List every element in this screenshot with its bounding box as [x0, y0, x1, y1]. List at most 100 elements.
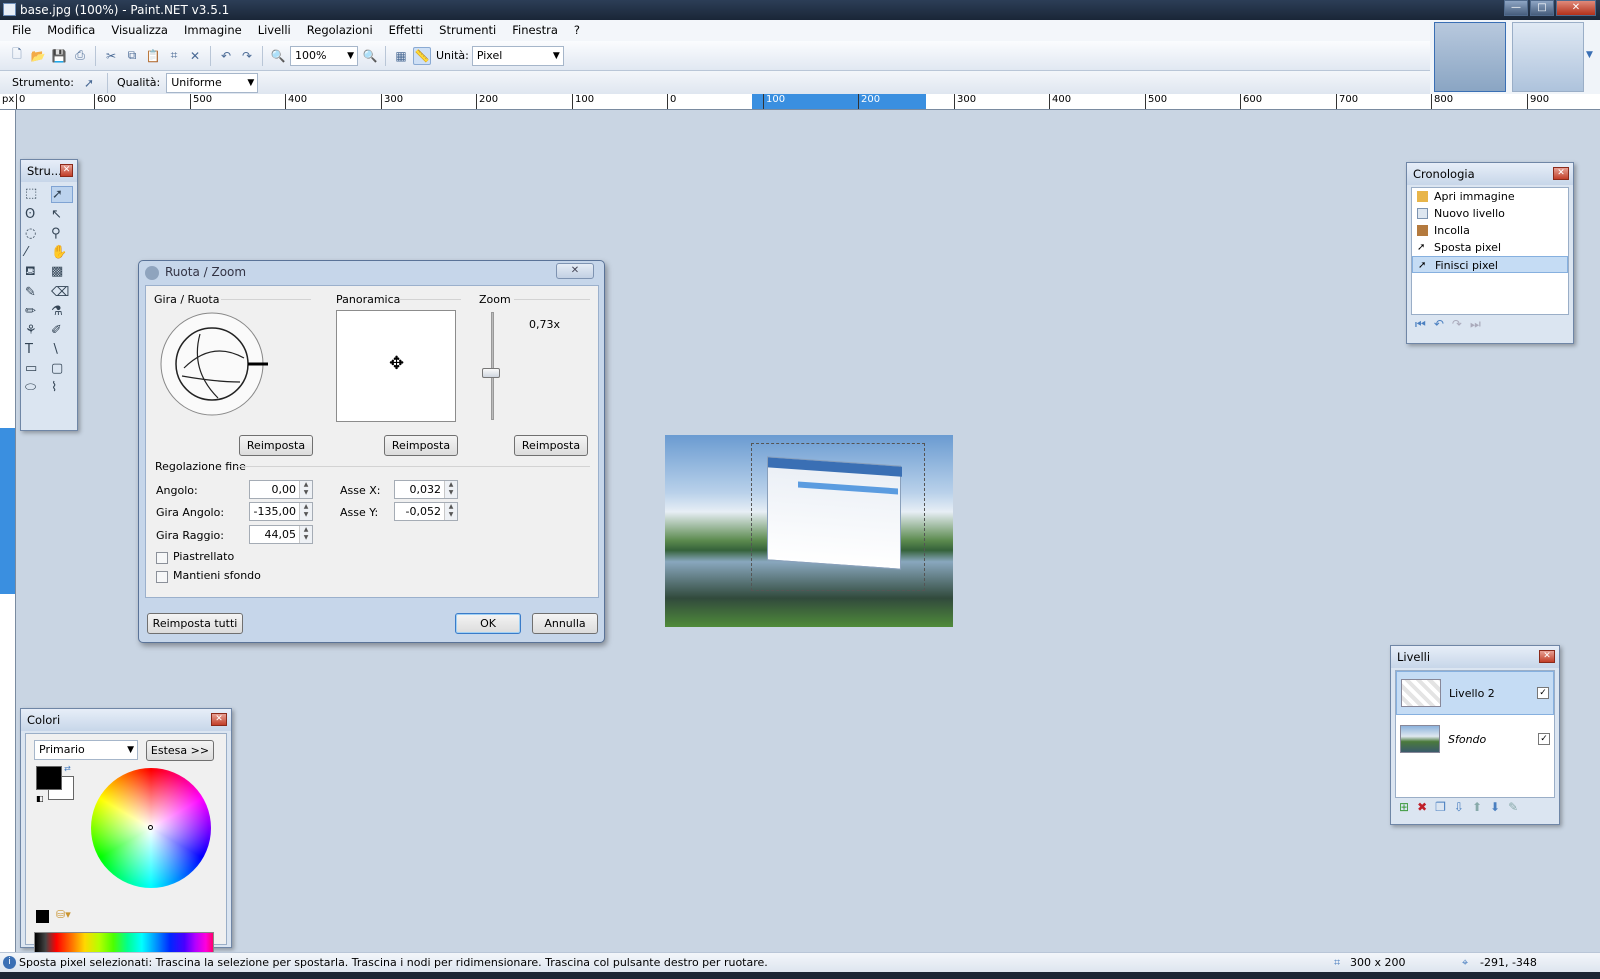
menu-window[interactable]: Finestra [504, 20, 566, 41]
move-selection-icon[interactable]: ↖ [51, 207, 73, 222]
dialog-close-button[interactable]: ✕ [556, 263, 594, 279]
layer-visible-checkbox[interactable]: ✓ [1537, 687, 1549, 699]
units-combo[interactable]: Pixel ▼ [471, 45, 564, 66]
duplicate-layer-icon[interactable]: ❐ [1435, 800, 1446, 814]
scroll-down-icon[interactable]: ▼ [1586, 50, 1593, 60]
menu-help[interactable]: ? [566, 20, 588, 41]
keep-background-checkbox[interactable] [156, 571, 168, 583]
history-item-selected[interactable]: ➚ Finisci pixel [1412, 256, 1568, 273]
close-icon[interactable]: ✕ [211, 713, 227, 726]
tilt-angle-spinbox[interactable]: -135,00 ▲ ▼ [249, 502, 313, 521]
color-mode-combo[interactable]: Primario ▼ [34, 740, 138, 760]
zoom-out-icon[interactable]: 🔍 [269, 47, 287, 65]
save-icon[interactable]: 💾 [50, 47, 68, 65]
color-wheel-marker[interactable] [148, 825, 153, 830]
paint-bucket-icon[interactable]: ⛾ [25, 264, 47, 281]
merge-layer-down-icon[interactable]: ⇩ [1454, 800, 1464, 814]
clone-stamp-icon[interactable]: ⚘ [25, 323, 47, 338]
angle-spinbox[interactable]: 0,00 ▲ ▼ [249, 480, 313, 499]
pan-area[interactable]: ✥ [336, 310, 456, 422]
rounded-rectangle-icon[interactable]: ▢ [51, 361, 73, 376]
menu-image[interactable]: Immagine [176, 20, 250, 41]
zoom-icon[interactable]: ⚲ [51, 226, 73, 241]
rect-select-icon[interactable]: ⬚ [25, 186, 47, 203]
ellipse-icon[interactable]: ⬭ [25, 380, 47, 395]
maximize-button[interactable]: □ [1530, 0, 1554, 16]
menu-adjustments[interactable]: Regolazioni [299, 20, 381, 41]
axis-x-spinbox[interactable]: 0,032 ▲ ▼ [394, 480, 458, 499]
thumbnail-active[interactable] [1434, 22, 1506, 92]
cancel-button[interactable]: Annulla [532, 613, 598, 634]
menu-effects[interactable]: Effetti [381, 20, 431, 41]
zoom-combo[interactable]: 100% ▼ [290, 45, 358, 66]
grid-icon[interactable]: ▦ [392, 47, 410, 65]
spin-arrows-icon[interactable]: ▲ ▼ [299, 481, 312, 498]
eraser-icon[interactable]: ⌫ [51, 285, 73, 300]
pencil-icon[interactable]: ✏ [25, 304, 47, 319]
ok-button[interactable]: OK [455, 613, 521, 634]
history-item[interactable]: Incolla [1412, 222, 1568, 239]
reset-pan-button[interactable]: Reimposta [384, 435, 458, 456]
menu-view[interactable]: Visualizza [103, 20, 176, 41]
menu-tools[interactable]: Strumenti [431, 20, 504, 41]
layer-row[interactable]: Sfondo ✓ [1396, 717, 1554, 761]
color-palette[interactable] [34, 932, 214, 954]
spin-arrows-icon[interactable]: ▲ ▼ [444, 503, 457, 520]
tilt-radius-spinbox[interactable]: 44,05 ▲ ▼ [249, 525, 313, 544]
history-item[interactable]: Nuovo livello [1412, 205, 1568, 222]
close-icon[interactable]: ✕ [60, 164, 73, 177]
move-layer-up-icon[interactable]: ⬆ [1472, 800, 1482, 814]
zoom-slider-thumb[interactable] [482, 368, 500, 378]
reset-colors-icon[interactable]: ◧ [36, 794, 44, 803]
canvas-image[interactable] [665, 435, 953, 627]
paintbrush-icon[interactable]: ✎ [25, 285, 47, 300]
move-layer-down-icon[interactable]: ⬇ [1490, 800, 1500, 814]
move-selection-icon[interactable]: ➚ [80, 74, 98, 92]
undo-icon[interactable]: ↶ [1434, 317, 1444, 332]
color-picker-icon[interactable]: ⚗ [51, 304, 73, 319]
swap-colors-icon[interactable]: ⇄ [64, 764, 71, 773]
close-icon[interactable]: ✕ [1553, 167, 1569, 180]
more-colors-button[interactable]: Estesa >> [146, 740, 214, 761]
pan-icon[interactable]: ✋ [51, 245, 73, 260]
move-pixels-icon[interactable]: ➚ [51, 186, 73, 203]
open-file-icon[interactable]: 📂 [29, 47, 47, 65]
rotate-dial[interactable] [160, 310, 272, 420]
reset-zoom-button[interactable]: Reimposta [514, 435, 588, 456]
undo-icon[interactable]: ↶ [217, 47, 235, 65]
lasso-icon[interactable]: ʘ [25, 207, 47, 222]
redo-icon[interactable]: ↷ [1452, 317, 1462, 332]
magic-wand-icon[interactable]: ⁄ [25, 245, 47, 260]
spin-arrows-icon[interactable]: ▲ ▼ [299, 526, 312, 543]
menu-file[interactable]: File [4, 20, 39, 41]
minimize-button[interactable]: — [1504, 0, 1528, 16]
recolor-icon[interactable]: ✐ [51, 323, 73, 338]
close-icon[interactable]: ✕ [1539, 650, 1555, 663]
thumbnail-image[interactable] [1512, 22, 1584, 92]
spin-arrows-icon[interactable]: ▲ ▼ [299, 503, 312, 520]
crop-icon[interactable]: ⌗ [165, 47, 183, 65]
copy-icon[interactable]: ⧉ [123, 47, 141, 65]
reset-all-button[interactable]: Reimposta tutti [147, 613, 243, 634]
fast-forward-icon[interactable]: ⏭ [1470, 317, 1481, 332]
rewind-icon[interactable]: ⏮ [1415, 317, 1426, 332]
ellipse-select-icon[interactable]: ◌ [25, 226, 47, 241]
layer-visible-checkbox[interactable]: ✓ [1538, 733, 1550, 745]
tiled-checkbox[interactable] [156, 552, 168, 564]
new-file-icon[interactable]: 🗋 [8, 47, 26, 65]
quality-combo[interactable]: Uniforme ▼ [166, 72, 259, 93]
paste-icon[interactable]: 📋 [144, 47, 162, 65]
palette-black-icon[interactable] [36, 910, 49, 923]
zoom-slider-track[interactable] [491, 312, 494, 420]
text-icon[interactable]: T [25, 342, 47, 357]
axis-y-spinbox[interactable]: -0,052 ▲ ▼ [394, 502, 458, 521]
layer-row[interactable]: Livello 2 ✓ [1396, 671, 1554, 715]
zoom-in-icon[interactable]: 🔍 [361, 47, 379, 65]
freeform-shape-icon[interactable]: ⌇ [51, 380, 73, 395]
history-item[interactable]: Apri immagine [1412, 188, 1568, 205]
close-button[interactable]: ✕ [1556, 0, 1596, 16]
primary-color-swatch[interactable] [36, 766, 62, 790]
add-layer-icon[interactable]: ⊞ [1399, 800, 1409, 814]
line-icon[interactable]: ∖ [51, 342, 73, 357]
spin-arrows-icon[interactable]: ▲ ▼ [444, 481, 457, 498]
